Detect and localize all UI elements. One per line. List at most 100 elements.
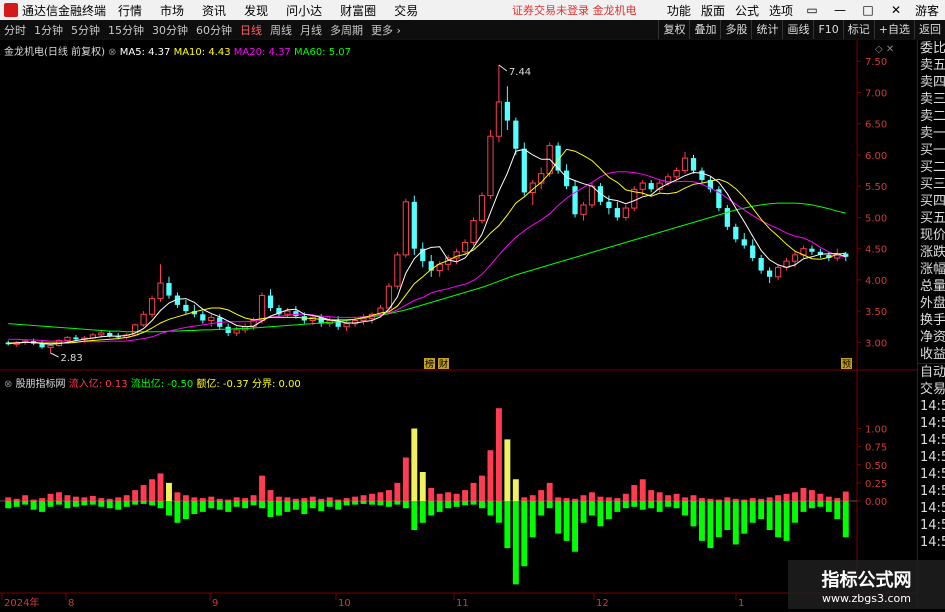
stock-title[interactable]: 金龙机电(日线 前复权) [4, 47, 105, 58]
inflow-bar [462, 490, 469, 501]
settings-icon[interactable]: ⊗ [108, 47, 120, 58]
period-tab[interactable]: 60分钟 [192, 22, 236, 38]
menu-item-discover[interactable]: 发现 [244, 2, 268, 19]
sidebar-label[interactable]: 涨幅 [918, 261, 945, 278]
inflow-bar [445, 492, 452, 501]
candle-body-down [758, 258, 764, 271]
candle-body-up [639, 182, 646, 190]
multi-stock-button[interactable]: 多股 [720, 20, 751, 39]
inflow-bar [98, 498, 105, 501]
candle-body-up [478, 195, 486, 222]
indicator-title[interactable]: 股朋指标网 [16, 379, 66, 390]
outflow-bar [208, 501, 215, 509]
sidebar-label[interactable]: 买二 [918, 159, 945, 176]
outflow-bar [842, 501, 849, 538]
guest-label[interactable]: 游客 [915, 2, 939, 19]
indicator-icon[interactable]: ⊗ [4, 379, 16, 390]
menu-layout[interactable]: 版面 [701, 2, 725, 19]
period-tab[interactable]: 周线 [266, 22, 296, 38]
sidebar-label[interactable]: 卖五 [918, 57, 945, 74]
overlay-button[interactable]: 叠加 [689, 20, 720, 39]
login-warning[interactable]: 证券交易未登录 金龙机电 [512, 2, 637, 18]
more-button[interactable]: 更多 › [367, 22, 405, 38]
event-marker-label: 财 [439, 358, 448, 370]
sidebar-label[interactable]: 涨跌 [918, 244, 945, 261]
sidebar-label[interactable]: 卖三 [918, 91, 945, 108]
sub-y-tick-label: 1.00 [865, 425, 887, 436]
inflow-bar [698, 498, 705, 501]
kline-chart[interactable]: 7.50 7.00 6.50 6.00 5.50 5.00 4.50 4.00 3.50 3.00… [0, 40, 917, 609]
candle-body-up [208, 316, 215, 322]
menu-formula[interactable]: 公式 [735, 2, 759, 19]
inflow-bar [106, 498, 113, 501]
pane-close-icon[interactable]: ✕ [886, 44, 894, 55]
sidebar-label[interactable]: 总量 [918, 278, 945, 295]
maximize-icon[interactable]: □ [859, 3, 877, 17]
adjust-button[interactable]: 复权 [658, 20, 689, 39]
candle-body-down [293, 311, 299, 317]
menu-options[interactable]: 选项 [769, 2, 793, 19]
inflow-bar [775, 495, 782, 501]
inflow-bar [842, 491, 849, 501]
menu-item-wealth[interactable]: 财富圈 [340, 2, 376, 19]
sidebar-label[interactable]: 买一 [918, 142, 945, 159]
inflow-bar [157, 473, 164, 501]
minimize-icon[interactable]: — [831, 3, 849, 17]
menu-function[interactable]: 功能 [667, 2, 691, 19]
ma60-legend: MA60: 5.07 [293, 47, 351, 58]
outflow-bar [309, 501, 316, 509]
sidebar-label[interactable]: 买三 [918, 176, 945, 193]
sidebar-label[interactable]: 卖二 [918, 108, 945, 125]
period-tab[interactable]: 30分钟 [148, 22, 192, 38]
skin-icon[interactable]: ▭ [803, 3, 821, 17]
candle-body-down [699, 170, 705, 180]
candle-body-up [791, 254, 799, 262]
sidebar-label[interactable]: 卖四 [918, 74, 945, 91]
high-pointer [498, 64, 508, 72]
diamond-icon[interactable]: ◇ [875, 44, 883, 55]
sidebar-label[interactable]: 现价 [918, 227, 945, 244]
outflow-bar [834, 501, 841, 520]
sub-y-tick-label: 0.00 [865, 497, 887, 508]
f10-button[interactable]: F10 [813, 20, 842, 39]
draw-line-button[interactable]: 画线 [782, 20, 813, 39]
menu-item-market[interactable]: 行情 [118, 2, 142, 19]
sidebar-label[interactable]: 委比 [918, 40, 945, 57]
chart-area[interactable]: 7.50 7.00 6.50 6.00 5.50 5.00 4.50 4.00 3.50 3.00… [0, 40, 917, 612]
candle-body-up [461, 241, 469, 253]
back-button[interactable]: 返回 [914, 20, 945, 39]
inflow-bar [563, 498, 570, 501]
sidebar-label[interactable]: 买五 [918, 210, 945, 227]
sidebar-label[interactable]: 换手 [918, 312, 945, 329]
outflow-bar [174, 501, 181, 523]
menu-item-ask[interactable]: 问小达 [286, 2, 322, 19]
inflow-bar [436, 493, 443, 501]
candle-body-down [614, 208, 620, 218]
menu-item-marketplace[interactable]: 市场 [160, 2, 184, 19]
candle-body-up [495, 101, 503, 137]
period-tab[interactable]: 15分钟 [104, 22, 148, 38]
sidebar-label[interactable]: 卖一 [918, 125, 945, 142]
inflow-bar [343, 498, 350, 501]
period-tab[interactable]: 多周期 [326, 22, 367, 38]
menu-item-trade[interactable]: 交易 [394, 2, 418, 19]
period-tab[interactable]: 月线 [296, 22, 326, 38]
period-tab-active[interactable]: 日线 [236, 22, 266, 38]
boundary-legend: 分界: 0.00 [251, 379, 301, 390]
mark-button[interactable]: 标记 [842, 20, 874, 39]
period-tab[interactable]: 分时 [0, 22, 30, 38]
period-tab[interactable]: 5分钟 [67, 22, 104, 38]
sidebar-label[interactable]: 交易 [918, 381, 945, 398]
sidebar-label[interactable]: 自动 [918, 363, 945, 381]
menu-item-news[interactable]: 资讯 [202, 2, 226, 19]
outflow-bar [132, 501, 139, 505]
sidebar-label[interactable]: 外盘 [918, 295, 945, 312]
stats-button[interactable]: 统计 [751, 20, 782, 39]
close-icon[interactable]: ✕ [887, 3, 905, 17]
sidebar-label[interactable]: 买四 [918, 193, 945, 210]
period-tab[interactable]: 1分钟 [30, 22, 67, 38]
sidebar-label[interactable]: 净资 [918, 329, 945, 346]
outflow-bar [377, 501, 384, 506]
add-watchlist-button[interactable]: +自选 [873, 20, 914, 39]
sidebar-label[interactable]: 收益 [918, 346, 945, 363]
